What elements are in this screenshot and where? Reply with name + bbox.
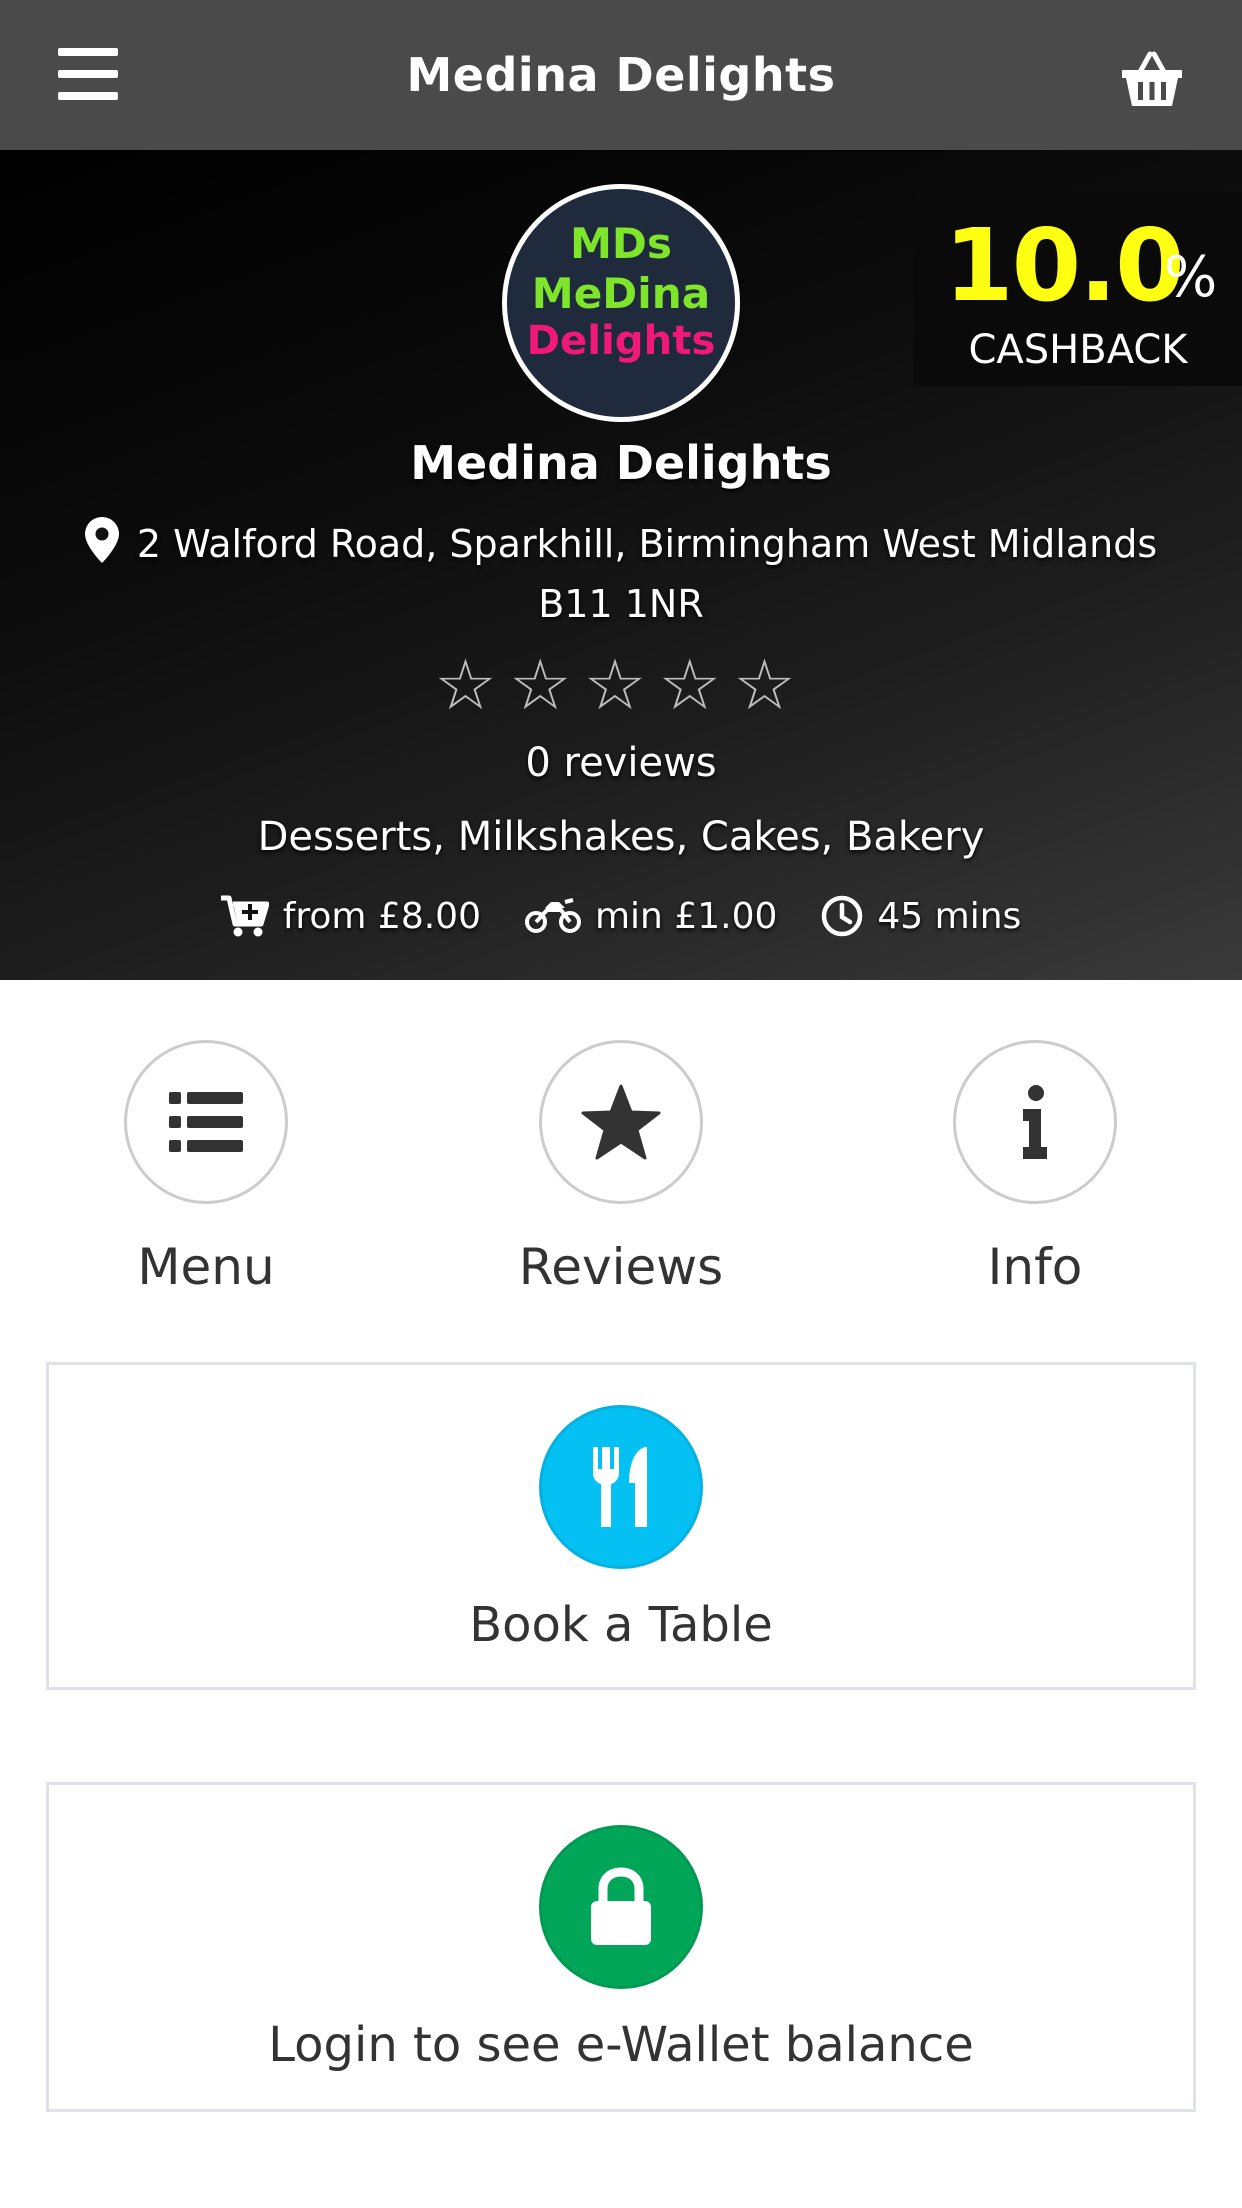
cuisine-list: Desserts, Milkshakes, Cakes, Bakery	[257, 814, 985, 860]
reviews-label: Reviews	[518, 1238, 724, 1296]
restaurant-name: Medina Delights	[410, 436, 832, 490]
book-table-label: Book a Table	[469, 1597, 773, 1653]
lock-icon	[539, 1825, 703, 1989]
min-order-info: from £8.00	[220, 894, 481, 938]
restaurant-logo: MDs MeDina Delights	[502, 184, 740, 422]
ewallet-login-card[interactable]: Login to see e-Wallet balance	[46, 1782, 1196, 2112]
info-label: Info	[987, 1238, 1083, 1296]
cart-plus-icon	[220, 895, 269, 937]
cashback-percent: %	[1164, 245, 1218, 310]
svg-text:Delights: Delights	[527, 318, 716, 364]
cashback-label: CASHBACK	[968, 327, 1188, 373]
menu-label: Menu	[137, 1238, 275, 1296]
basket-icon[interactable]	[1120, 50, 1184, 108]
list-icon	[169, 1092, 243, 1152]
address-text: 2 Walford Road, Sparkhill, Birmingham We…	[136, 522, 1158, 626]
ewallet-login-label: Login to see e-Wallet balance	[268, 2017, 974, 2073]
svg-text:MDs: MDs	[570, 219, 672, 268]
info-button[interactable]: Info	[905, 1040, 1165, 1296]
reviews-count: 0 reviews	[525, 740, 717, 786]
book-table-card[interactable]: Book a Table	[46, 1362, 1196, 1690]
cutlery-icon	[539, 1405, 703, 1569]
cashback-value: 10.0	[944, 207, 1185, 324]
cashback-badge: 10.0 % CASHBACK	[914, 192, 1242, 386]
menu-button[interactable]: Menu	[76, 1040, 336, 1296]
delivery-info: min £1.00	[524, 896, 777, 937]
svg-text:MeDina: MeDina	[532, 269, 710, 318]
restaurant-actions: Menu Reviews Info	[0, 1040, 1242, 1300]
rating-stars: ☆☆☆☆☆	[434, 644, 808, 726]
star-icon	[581, 1084, 661, 1160]
page-title: Medina Delights	[406, 48, 836, 102]
restaurant-address: 2 Walford Road, Sparkhill, Birmingham We…	[60, 514, 1182, 634]
reviews-button[interactable]: Reviews	[491, 1040, 751, 1296]
hamburger-menu-icon[interactable]	[58, 48, 118, 100]
motorcycle-icon	[524, 898, 581, 933]
top-app-bar: Medina Delights	[0, 0, 1242, 150]
info-icon	[1023, 1085, 1047, 1159]
delivery-time-info: 45 mins	[821, 895, 1021, 937]
clock-icon	[822, 895, 863, 937]
order-info-row: from £8.00 min £1.00 45 mins	[0, 894, 1242, 938]
map-pin-icon	[84, 517, 119, 563]
restaurant-hero: MDs MeDina Delights 10.0 % CASHBACK Medi…	[0, 150, 1242, 980]
